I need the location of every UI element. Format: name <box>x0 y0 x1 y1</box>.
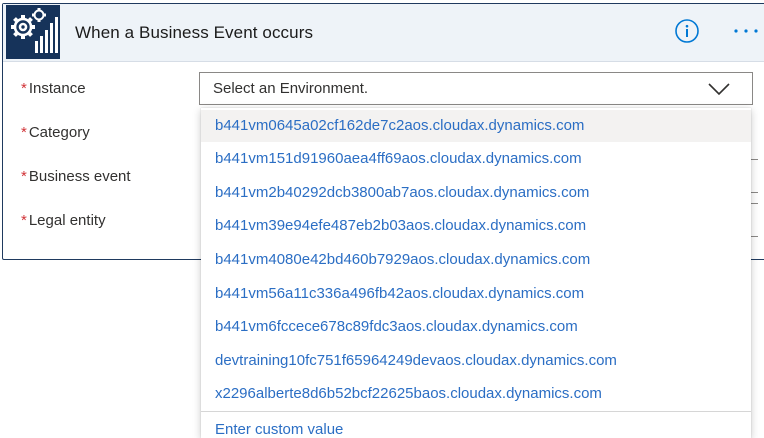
dropdown-divider <box>201 411 751 412</box>
dropdown-option[interactable]: b441vm151d91960aea4ff69aos.cloudax.dynam… <box>201 143 751 175</box>
dropdown-option[interactable]: x2296alberte8d6b52bcf22625baos.cloudax.d… <box>201 378 751 410</box>
dropdown-option[interactable]: b441vm39e94efe487eb2b03aos.cloudax.dynam… <box>201 210 751 242</box>
legal-entity-label-text: Legal entity <box>28 212 106 229</box>
dropdown-option[interactable]: devtraining10fc751f65964249devaos.clouda… <box>201 345 751 377</box>
required-marker: * <box>21 168 27 185</box>
chevron-down-icon <box>708 83 730 96</box>
instance-label-text: Instance <box>28 80 86 97</box>
card-title: When a Business Event occurs <box>75 23 314 42</box>
card-header[interactable]: When a Business Event occurs <box>3 4 764 62</box>
legal-entity-label: * Legal entity <box>21 212 106 229</box>
dropdown-option[interactable]: b441vm4080e42bd460b7929aos.cloudax.dynam… <box>201 244 751 276</box>
custom-value-option[interactable]: Enter custom value <box>201 414 751 438</box>
business-events-gear-icon <box>6 5 60 59</box>
instance-select[interactable]: Select an Environment. <box>199 72 753 105</box>
info-button[interactable] <box>675 19 699 43</box>
instance-dropdown: b441vm0645a02cf162de7c2aos.cloudax.dynam… <box>201 108 751 438</box>
instance-label: * Instance <box>21 80 86 97</box>
required-marker: * <box>21 212 27 229</box>
dropdown-option[interactable]: b441vm2b40292dcb3800ab7aos.cloudax.dynam… <box>201 177 751 209</box>
business-event-label-text: Business event <box>28 168 131 185</box>
dropdown-option[interactable]: b441vm6fccece678c89fdc3aos.cloudax.dynam… <box>201 311 751 343</box>
category-label: * Category <box>21 124 90 141</box>
category-label-text: Category <box>28 124 90 141</box>
business-event-label: * Business event <box>21 168 131 185</box>
ellipsis-icon <box>734 29 758 33</box>
dropdown-option[interactable]: b441vm56a11c336a496fb42aos.cloudax.dynam… <box>201 278 751 310</box>
more-options-button[interactable] <box>730 20 764 42</box>
required-marker: * <box>21 80 27 97</box>
required-marker: * <box>21 124 27 141</box>
info-icon <box>675 19 699 43</box>
instance-select-placeholder: Select an Environment. <box>213 80 369 97</box>
dropdown-option[interactable]: b441vm0645a02cf162de7c2aos.cloudax.dynam… <box>201 110 751 142</box>
